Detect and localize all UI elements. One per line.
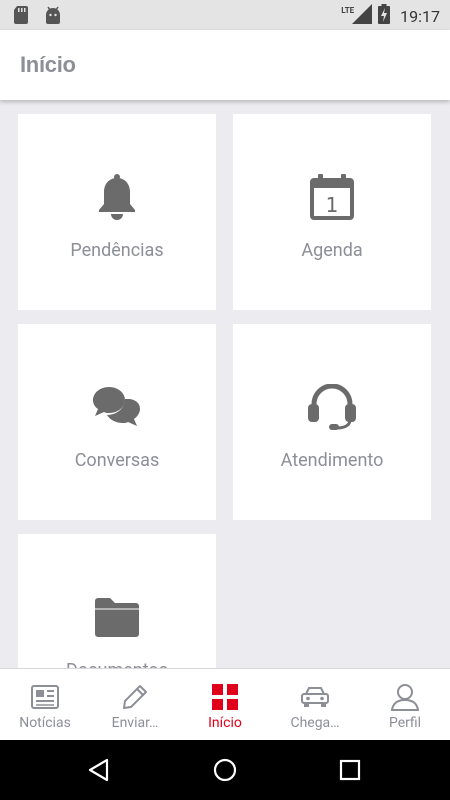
nav-item-chegada[interactable]: Chega…: [270, 669, 360, 740]
nav-item-enviar[interactable]: Enviar…: [90, 669, 180, 740]
tile-label: Pendências: [70, 240, 164, 261]
tile-label: Atendimento: [280, 450, 384, 471]
nav-label: Notícias: [19, 715, 71, 731]
android-icon: [44, 6, 62, 28]
nav-label: Início: [208, 715, 242, 731]
battery-charging-icon: [378, 4, 391, 28]
bell-icon: [92, 172, 142, 222]
signal-icon: [352, 4, 373, 28]
car-icon: [300, 682, 330, 712]
page-title: Início: [20, 52, 76, 77]
system-navigation-bar: [0, 740, 450, 800]
grid-icon: [210, 682, 240, 712]
clock: 19:17: [400, 6, 440, 26]
recents-icon[interactable]: [338, 758, 362, 782]
bottom-navigation: Notícias Enviar… Início Chega… Perfil: [0, 668, 450, 740]
tile-pendencias[interactable]: Pendências: [18, 114, 216, 310]
nav-label: Enviar…: [111, 715, 159, 731]
person-icon: [390, 682, 420, 712]
status-bar: LTE 19:17: [0, 0, 450, 30]
network-type: LTE: [341, 5, 355, 15]
calendar-day-text: 1: [326, 193, 339, 217]
tile-label: Agenda: [301, 240, 363, 261]
newspaper-icon: [30, 682, 60, 712]
app-bar: Início: [0, 30, 450, 100]
back-icon[interactable]: [86, 758, 110, 782]
tile-conversas[interactable]: Conversas: [18, 324, 216, 520]
tile-documentos[interactable]: Documentos: [18, 534, 216, 668]
tile-agenda[interactable]: 1 Agenda: [233, 114, 431, 310]
calendar-icon: 1: [307, 172, 357, 222]
home-icon[interactable]: [213, 758, 237, 782]
folder-icon: [92, 592, 142, 642]
nav-item-noticias[interactable]: Notícias: [0, 669, 90, 740]
chat-bubbles-icon: [92, 382, 142, 432]
tile-label: Documentos: [18, 660, 216, 668]
nav-label: Chega…: [290, 715, 340, 731]
tile-label: Conversas: [74, 450, 160, 471]
nav-item-perfil[interactable]: Perfil: [360, 669, 450, 740]
nav-item-inicio[interactable]: Início: [180, 669, 270, 740]
menu-grid: Pendências 1 Agenda Conversas Atendiment…: [0, 100, 450, 668]
nav-label: Perfil: [388, 715, 422, 731]
tile-atendimento[interactable]: Atendimento: [233, 324, 431, 520]
pencil-icon: [120, 682, 150, 712]
sd-card-icon: [14, 6, 28, 28]
headset-icon: [307, 382, 357, 432]
